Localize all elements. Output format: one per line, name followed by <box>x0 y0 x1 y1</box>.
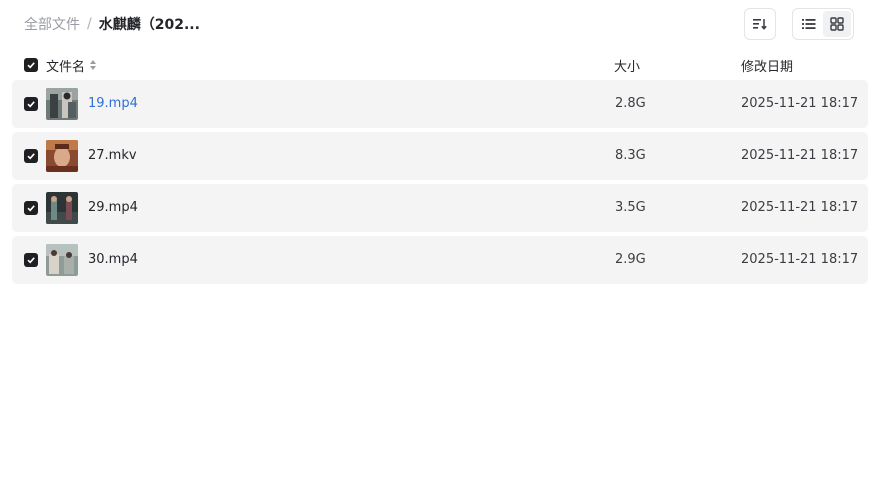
sort-lines-icon <box>753 19 767 30</box>
file-size: 3.5G <box>615 200 646 215</box>
file-row[interactable]: 30.mp4 2.9G 2025-11-21 18:17 <box>12 236 868 284</box>
video-thumbnail[interactable] <box>46 244 78 276</box>
video-thumbnail[interactable] <box>46 192 78 224</box>
check-icon <box>27 153 35 160</box>
list-view-icon <box>802 19 816 29</box>
check-icon <box>27 205 35 212</box>
file-size: 8.3G <box>615 148 646 163</box>
file-row[interactable]: 29.mp4 3.5G 2025-11-21 18:17 <box>12 184 868 232</box>
row-checkbox[interactable] <box>24 149 38 163</box>
file-modified-date: 2025-11-21 18:17 <box>741 200 859 215</box>
row-checkbox[interactable] <box>24 97 38 111</box>
list-view-button[interactable] <box>795 11 823 37</box>
check-icon <box>27 101 35 108</box>
name-header-label: 文件名 <box>46 59 86 75</box>
select-all-checkbox[interactable] <box>24 58 38 72</box>
view-toggle-group <box>792 8 854 40</box>
file-row[interactable]: 19.mp4 2.8G 2025-11-21 18:17 <box>12 80 868 128</box>
file-modified-date: 2025-11-21 18:17 <box>741 148 859 163</box>
breadcrumb-root-link[interactable]: 全部文件 <box>24 14 80 34</box>
file-list: 19.mp4 2.8G 2025-11-21 18:17 27.mkv 8.3G… <box>12 80 868 288</box>
check-icon <box>27 62 35 69</box>
grid-view-button[interactable] <box>823 11 851 37</box>
grid-view-icon <box>830 17 844 31</box>
name-column-header[interactable]: 文件名 <box>46 56 97 75</box>
modified-column-header[interactable]: 修改日期 <box>741 56 793 75</box>
breadcrumb: 全部文件 / 水麒麟（202... <box>24 14 200 34</box>
file-size: 2.8G <box>615 96 646 111</box>
file-name-link[interactable]: 19.mp4 <box>88 96 138 111</box>
file-name-link[interactable]: 27.mkv <box>88 148 137 163</box>
file-name-link[interactable]: 29.mp4 <box>88 200 138 215</box>
file-row[interactable]: 27.mkv 8.3G 2025-11-21 18:17 <box>12 132 868 180</box>
video-thumbnail[interactable] <box>46 140 78 172</box>
size-column-header[interactable]: 大小 <box>614 56 640 75</box>
file-modified-date: 2025-11-21 18:17 <box>741 252 859 267</box>
sort-button[interactable] <box>744 8 776 40</box>
row-checkbox[interactable] <box>24 201 38 215</box>
video-thumbnail[interactable] <box>46 88 78 120</box>
sort-toggle-icon[interactable] <box>89 59 97 71</box>
file-name-link[interactable]: 30.mp4 <box>88 252 138 267</box>
file-modified-date: 2025-11-21 18:17 <box>741 96 859 111</box>
breadcrumb-separator: / <box>87 16 92 32</box>
breadcrumb-current: 水麒麟（202... <box>98 17 200 33</box>
table-header: 文件名 大小 修改日期 <box>12 52 868 78</box>
check-icon <box>27 257 35 264</box>
row-checkbox[interactable] <box>24 253 38 267</box>
file-size: 2.9G <box>615 252 646 267</box>
top-bar: 全部文件 / 水麒麟（202... <box>0 0 878 48</box>
